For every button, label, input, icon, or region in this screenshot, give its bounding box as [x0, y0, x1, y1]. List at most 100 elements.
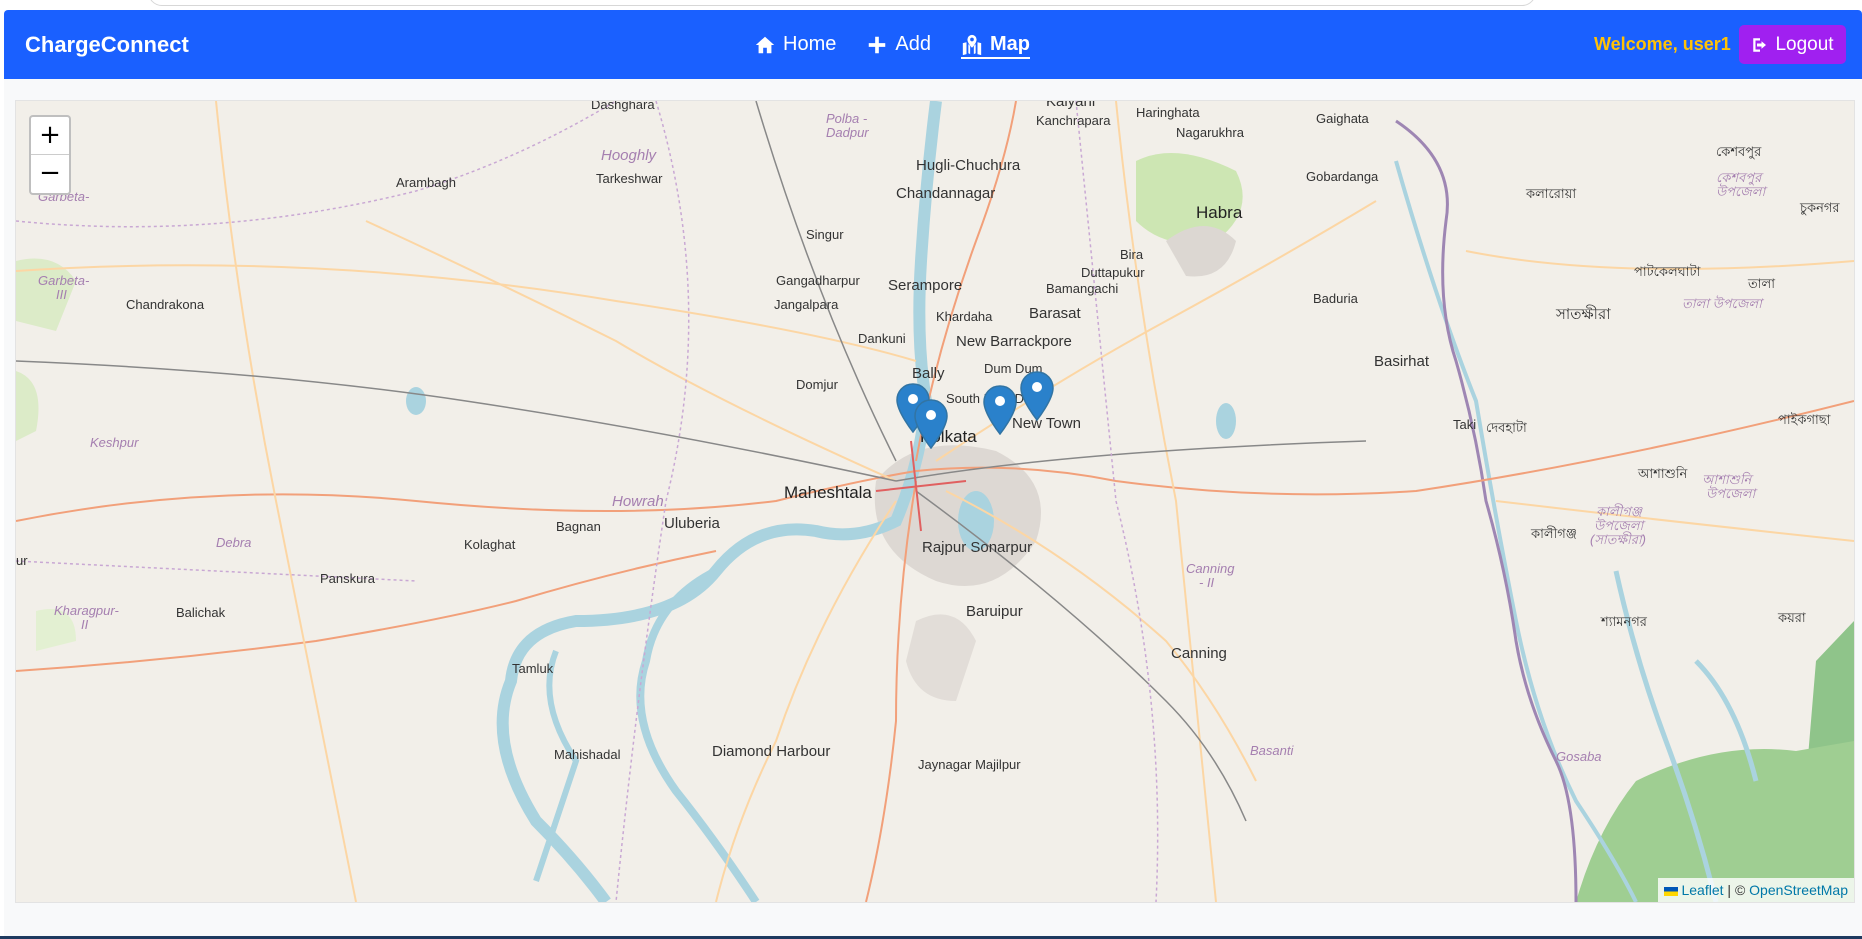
place-label: Baduria	[1313, 291, 1358, 306]
place-label: দেবহাটা	[1486, 420, 1527, 435]
browser-top-strip	[0, 0, 1862, 10]
place-label: Tamluk	[512, 661, 554, 676]
place-label: চুকনগর	[1800, 200, 1840, 215]
osm-link[interactable]: OpenStreetMap	[1749, 882, 1848, 898]
logout-icon	[1753, 37, 1767, 52]
ukraine-flag-icon	[1664, 886, 1679, 896]
place-label: Kharagpur-	[54, 603, 119, 618]
place-label: Dankuni	[858, 331, 906, 346]
place-label: Dashghara	[591, 100, 655, 112]
place-label: Habra	[1196, 203, 1243, 222]
place-label: Uluberia	[664, 515, 720, 532]
place-label: Khardaha	[936, 309, 993, 324]
station-marker[interactable]	[1020, 371, 1054, 421]
place-label: কয়রা	[1778, 610, 1806, 625]
station-marker[interactable]	[914, 399, 948, 449]
place-label: Diamond Harbour	[712, 743, 831, 760]
place-label: Kolaghat	[464, 537, 516, 552]
place-label: Nagarukhra	[1176, 125, 1244, 140]
map-view[interactable]: Dashghara Kalyani Kanchrapara Haringhata…	[15, 100, 1855, 903]
map-tiles	[16, 101, 1854, 902]
nav-add[interactable]: Add	[866, 33, 931, 56]
nav-map-label: Map	[989, 33, 1030, 55]
place-label: Debra	[216, 535, 252, 550]
app-container: ChargeConnect Home Add Map Welcome, user…	[4, 10, 1862, 936]
zoom-out-button[interactable]: −	[31, 154, 69, 192]
place-label: Polba -	[826, 111, 868, 126]
place-label: (সাতক্ষীরা)	[1590, 532, 1646, 547]
place-label: কেশবপুর	[1716, 144, 1762, 159]
address-bar-edge	[148, 0, 1536, 6]
place-label: পাইকগাছা	[1778, 412, 1831, 427]
place-label: Gaighata	[1316, 111, 1369, 126]
place-label: Gangadharpur	[776, 273, 860, 288]
place-label: Kalyani	[1046, 100, 1096, 110]
brand-logo[interactable]: ChargeConnect	[25, 10, 189, 79]
plus-icon	[869, 36, 886, 53]
place-label: Arambagh	[396, 175, 456, 190]
nav-map[interactable]: Map	[960, 33, 1030, 59]
place-label: Canning	[1186, 561, 1235, 576]
leaflet-link[interactable]: Leaflet	[1681, 882, 1723, 898]
place-label: Dadpur	[826, 125, 869, 140]
place-label: উপজেলা	[1706, 486, 1756, 501]
place-label: Mahishadal	[554, 747, 621, 762]
place-label: - II	[1199, 575, 1215, 590]
place-label: Garbeta-	[38, 273, 90, 288]
welcome-text: Welcome, user1	[1594, 34, 1731, 54]
place-label: Bamangachi	[1046, 281, 1119, 296]
place-label: Taki	[1453, 417, 1477, 432]
zoom-in-button[interactable]: +	[31, 117, 69, 154]
home-icon	[755, 36, 775, 53]
logout-label: Logout	[1775, 33, 1834, 55]
place-label: Gobardanga	[1306, 169, 1379, 184]
place-label: Duttapukur	[1081, 265, 1145, 280]
place-label: New Barrackpore	[956, 333, 1072, 350]
station-marker[interactable]	[983, 385, 1017, 435]
place-label: Kanchrapara	[1036, 113, 1111, 128]
place-label: তালা উপজেলা	[1682, 296, 1762, 311]
map-icon	[962, 34, 982, 55]
place-label: Canning	[1171, 645, 1227, 662]
place-label: তালা	[1748, 276, 1775, 291]
place-label: Maheshtala	[784, 483, 872, 502]
place-label: Basanti	[1250, 743, 1294, 758]
place-label: Bagnan	[556, 519, 601, 534]
place-label: Jangalpara	[774, 297, 839, 312]
zoom-control: + −	[29, 115, 71, 195]
place-label: Hugli-Chuchura	[916, 157, 1021, 174]
place-label: Howrah	[612, 493, 664, 510]
place-label: Bally	[912, 365, 945, 382]
place-label: Barasat	[1029, 305, 1081, 322]
place-label: কলারোয়া	[1526, 186, 1577, 201]
nav-home[interactable]: Home	[754, 33, 836, 56]
place-label: Balichak	[176, 605, 226, 620]
nav-home-label: Home	[783, 33, 837, 55]
nav-add-label: Add	[895, 33, 931, 55]
place-label: Basirhat	[1374, 353, 1430, 370]
attribution-separator: | ©	[1723, 882, 1750, 898]
map-attribution: Leaflet | © OpenStreetMap	[1658, 878, 1854, 902]
place-label: ur	[16, 553, 28, 568]
place-label: Serampore	[888, 277, 963, 294]
place-label: কালীগঞ্জ	[1531, 526, 1577, 541]
place-label: Tarkeshwar	[596, 171, 663, 186]
place-label: Hooghly	[601, 147, 657, 164]
place-label: Gosaba	[1556, 749, 1602, 764]
navbar: ChargeConnect Home Add Map Welcome, user…	[4, 10, 1862, 79]
place-label: Haringhata	[1136, 105, 1200, 120]
place-label: সাতক্ষীরা	[1556, 306, 1611, 323]
place-label: Keshpur	[90, 435, 139, 450]
place-label: Chandrakona	[126, 297, 205, 312]
place-label: Rajpur Sonarpur	[922, 539, 1033, 556]
place-label: শ্যামনগর	[1601, 614, 1647, 629]
place-label: পাটকেলঘাটা	[1634, 264, 1701, 279]
place-label: Chandannagar	[896, 185, 996, 202]
place-label: Panskura	[320, 571, 375, 586]
place-label: Domjur	[796, 377, 838, 392]
place-label: Baruipur	[966, 603, 1023, 620]
place-label: II	[81, 617, 89, 632]
place-label: Singur	[806, 227, 844, 242]
logout-button[interactable]: Logout	[1739, 25, 1846, 64]
place-label: Jaynagar Majilpur	[918, 757, 1021, 772]
